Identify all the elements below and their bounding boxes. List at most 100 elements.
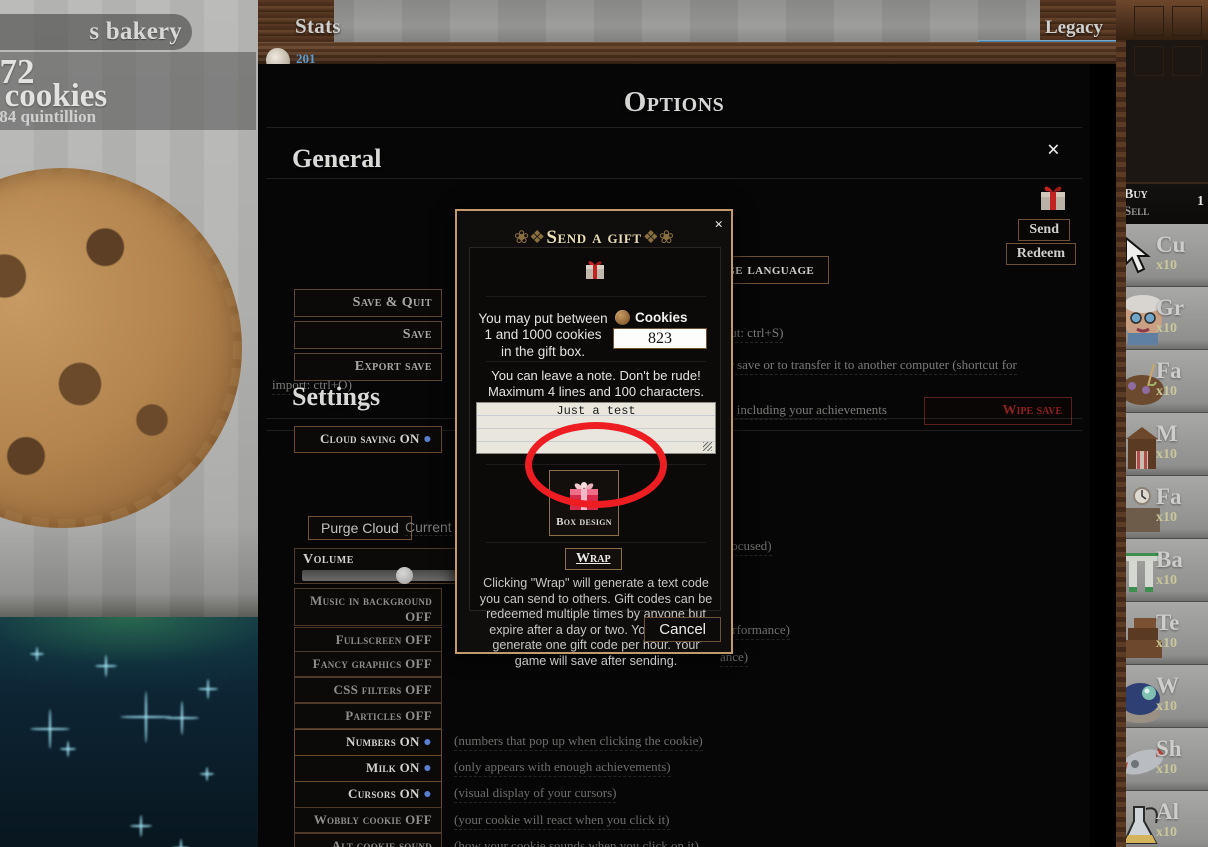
store-item-qty: x10 [1156,699,1177,714]
store-item-qty: x10 [1156,321,1177,336]
divider [266,178,1082,179]
dialog-body: You may put between 1 and 1000 cookies i… [469,247,721,668]
toggle-numbers[interactable]: Numbers ON ● [294,729,442,756]
gift-amount-instructions: You may put between 1 and 1000 cookies i… [478,311,608,359]
bakery-name-bar[interactable]: s bakery [0,14,192,50]
cancel-button[interactable]: Cancel [644,617,721,642]
milk-layer [0,617,258,847]
bakery-region: s bakery 872 n cookies 6.084 quintillion [0,0,258,847]
store-item-qty: x10 [1156,573,1177,588]
toggle-milk[interactable]: Milk ON ● [294,755,442,782]
store-sell-tab[interactable]: Sell [1124,203,1149,219]
store-item-qty: x10 [1156,762,1177,777]
divider [486,296,706,297]
upgrade-slot[interactable] [1134,6,1164,36]
tab-legacy[interactable]: Legacy [1045,17,1103,39]
purge-cloud-button[interactable]: Purge Cloud [308,516,412,540]
store-item-name: Sh [1156,736,1182,761]
upgrade-slot[interactable] [1172,6,1202,36]
section-settings: Settings [292,382,381,411]
gift-icon[interactable] [1036,180,1070,214]
store-row-mine[interactable]: M x10 [1116,413,1208,476]
cookies-amount-input[interactable] [613,328,707,349]
cookies-per-second: 6.084 quintillion [0,107,97,126]
dialog-close-icon[interactable]: × [714,218,723,233]
toggle-desc-milk: (only appears with enough achievements) [454,759,671,777]
toggle-desc-cursors: (visual display of your cursors) [454,785,617,803]
export-save-desc: your save or to transfer it to another c… [710,357,1017,375]
store-wood-frame [1116,40,1126,847]
toggle-cloud-saving[interactable]: Cloud saving ON ● [294,426,442,453]
store-item-name: M [1156,421,1178,446]
gift-box-icon [582,256,608,287]
store-item-qty: x10 [1156,825,1177,840]
upgrade-slot[interactable] [1134,46,1164,76]
volume-label: Volume [303,552,354,567]
note-instructions: You can leave a note. Don't be rude! Max… [487,368,705,400]
store-row-farm[interactable]: Fa x10 [1116,350,1208,413]
wipe-save-button[interactable]: Wipe save [924,397,1072,425]
toggle-particles[interactable]: Particles OFF [294,703,442,729]
store-row-alchemy-lab[interactable]: Al x10 [1116,791,1208,847]
store-item-name: Te [1156,610,1180,635]
toggle-desc-numbers: (numbers that pop up when clicking the c… [454,733,703,751]
toggle-cursors[interactable]: Cursors ON ● [294,781,442,808]
store-row-shipment[interactable]: Sh x10 [1116,728,1208,791]
store-item-qty: x10 [1156,384,1177,399]
box-design-button[interactable]: Box design [549,470,619,536]
store-item-qty: x10 [1156,510,1177,525]
toggle-wobbly-cookie[interactable]: Wobbly cookie OFF [294,807,442,833]
toggle-fancy-graphics[interactable]: Fancy graphics OFF [294,651,442,677]
toggle-fullscreen[interactable]: Fullscreen OFF [294,627,442,653]
dialog-title: Send a gift [546,227,642,248]
cookies-label: Cookies [635,310,688,325]
wood-shelf [258,42,1116,64]
divider [266,127,1082,128]
send-gift-dialog: ❖❀ Send a gift ❖❀ × You may put between … [455,209,733,668]
upgrade-slot[interactable] [1172,46,1202,76]
store-bulk-amount[interactable]: 1 [1197,194,1204,210]
save-and-quit-button[interactable]: Save & Quit [294,289,442,317]
store-item-qty: x10 [1156,636,1177,651]
store-item-name: W [1156,673,1179,698]
send-gift-button[interactable]: Send [1018,219,1070,241]
store-item-name: Cu [1156,232,1186,257]
cookies-label-row: Cookies [615,310,688,325]
flourish-ornament-right: ❖❀ [642,227,674,247]
toggle-desc-wobbly-cookie: (your cookie will react when you click i… [454,812,670,830]
store-item-name: Al [1156,799,1179,824]
store-item-name: Ba [1156,547,1183,572]
divider [486,464,706,465]
divider [486,542,706,543]
page-title: Options [623,86,725,118]
store-row-temple[interactable]: Te x10 [1116,602,1208,665]
store-panel: Buy Sell 1 Cu x10 Gr x10 Fa x10 M x10 Fa… [1116,0,1208,847]
store-row-wizard-tower[interactable]: W x10 [1116,665,1208,728]
volume-thumb[interactable] [396,567,414,584]
store-row-cursor[interactable]: Cu x10 [1116,224,1208,287]
toggle-css-filters[interactable]: CSS filters OFF [294,677,442,703]
gift-note-textarea[interactable]: Just a test [476,402,716,454]
game-screen: s bakery 872 n cookies 6.084 quintillion… [0,0,1208,847]
store-buy-tab[interactable]: Buy [1124,187,1148,203]
store-item-name: Fa [1156,358,1182,383]
store-row-factory[interactable]: Fa x10 [1116,476,1208,539]
wrap-button[interactable]: Wrap [565,548,622,570]
divider [486,361,706,362]
gift-design-icon [570,482,598,510]
store-item-qty: x10 [1156,447,1177,462]
store-item-qty: x10 [1156,258,1177,273]
save-button[interactable]: Save [294,321,442,349]
store-row-bank[interactable]: Ba x10 [1116,539,1208,602]
close-icon[interactable]: × [1047,138,1060,161]
store-item-name: Gr [1156,295,1185,320]
tab-stats[interactable]: Stats [295,14,341,39]
toggle-music-in-background[interactable]: Music in background OFF [294,588,442,626]
section-general: General [292,144,382,173]
store-item-name: Fa [1156,484,1182,509]
toggle-desc-alt-cookie-sound: (how your cookie sounds when you click o… [454,838,699,847]
store-row-grandma[interactable]: Gr x10 [1116,287,1208,350]
cookie-icon [615,310,630,325]
toggle-alt-cookie-sound[interactable]: Alt cookie sound OFF [294,833,442,847]
bakery-name: s bakery [89,18,182,45]
